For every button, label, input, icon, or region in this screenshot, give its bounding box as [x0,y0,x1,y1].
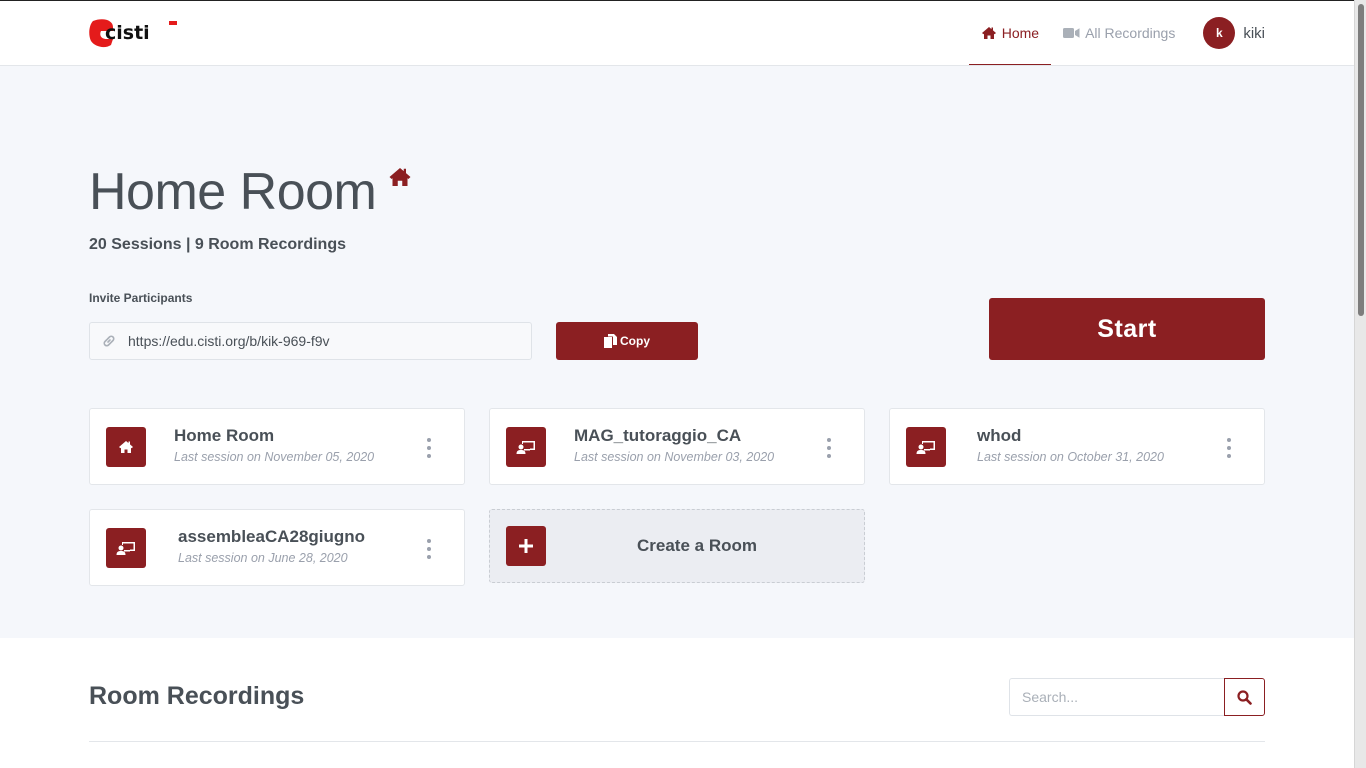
create-room-label: Create a Room [637,536,757,555]
avatar: k [1203,17,1236,49]
divider [89,741,1265,742]
copy-icon [604,333,617,348]
chalkboard-teacher-icon [516,441,535,454]
search-button[interactable] [1224,678,1265,716]
main-nav: Home All Recordings k kiki [968,1,1265,65]
nav-all-recordings-label: All Recordings [1085,25,1176,41]
room-card-assembleaca28giugno[interactable]: assembleaCA28giugno Last session on June… [89,509,465,586]
nav-all-recordings[interactable]: All Recordings [1051,1,1187,65]
logo-text: cisti [105,22,150,44]
copy-button[interactable]: Copy [556,322,698,360]
scrollbar[interactable] [1354,0,1366,768]
room-options-menu[interactable] [424,438,434,458]
cisti-logo[interactable]: cisti [89,17,181,51]
room-name: Home Room [174,426,275,445]
chalkboard-teacher-icon [916,441,935,454]
room-options-menu[interactable] [824,438,834,458]
recordings-title: Room Recordings [89,682,305,710]
page-title: Home Room [89,163,377,221]
room-card-whod[interactable]: whod Last session on October 31, 2020 [889,408,1265,485]
room-icon-box [906,427,946,467]
header: cisti Home All Recordings k kiki [0,1,1354,66]
invite-label: Invite Participants [89,291,193,305]
create-room-card[interactable]: Create a Room [489,509,865,583]
start-button[interactable]: Start [989,298,1265,360]
room-options-menu[interactable] [1224,438,1234,458]
search-icon [1237,689,1252,705]
nav-home[interactable]: Home [968,1,1052,65]
user-menu[interactable]: k kiki [1203,17,1265,49]
room-icon-box [106,427,146,467]
room-last-session: Last session on November 03, 2020 [574,450,775,464]
room-last-session: Last session on October 31, 2020 [977,450,1164,464]
recordings-search [1009,678,1265,716]
room-name: whod [977,426,1022,445]
room-last-session: Last session on June 28, 2020 [178,551,348,565]
room-recordings-section: Room Recordings [0,638,1354,768]
search-input[interactable] [1009,678,1224,716]
username: kiki [1243,24,1265,42]
room-last-session: Last session on November 05, 2020 [174,450,375,464]
room-card-mag-tutoraggio-ca[interactable]: MAG_tutoraggio_CA Last session on Novemb… [489,408,865,485]
link-icon [103,335,115,347]
home-icon [981,27,996,39]
room-name: MAG_tutoraggio_CA [574,426,742,445]
chalkboard-teacher-icon [116,542,135,555]
invite-url-input[interactable] [128,333,518,349]
home-room-icon [388,166,412,193]
home-icon [119,441,133,453]
nav-home-label: Home [1001,25,1040,41]
room-stats: 20 Sessions | 9 Room Recordings [89,236,346,253]
room-icon-box [106,528,146,568]
room-name: assembleaCA28giugno [178,527,366,546]
room-options-menu[interactable] [424,539,434,559]
video-camera-icon [1063,28,1080,38]
room-card-home-room[interactable]: Home Room Last session on November 05, 2… [89,408,465,485]
scrollbar-thumb[interactable] [1358,4,1364,316]
copy-button-label: Copy [620,334,650,348]
room-icon-box [506,427,546,467]
invite-url-field[interactable] [89,322,532,360]
